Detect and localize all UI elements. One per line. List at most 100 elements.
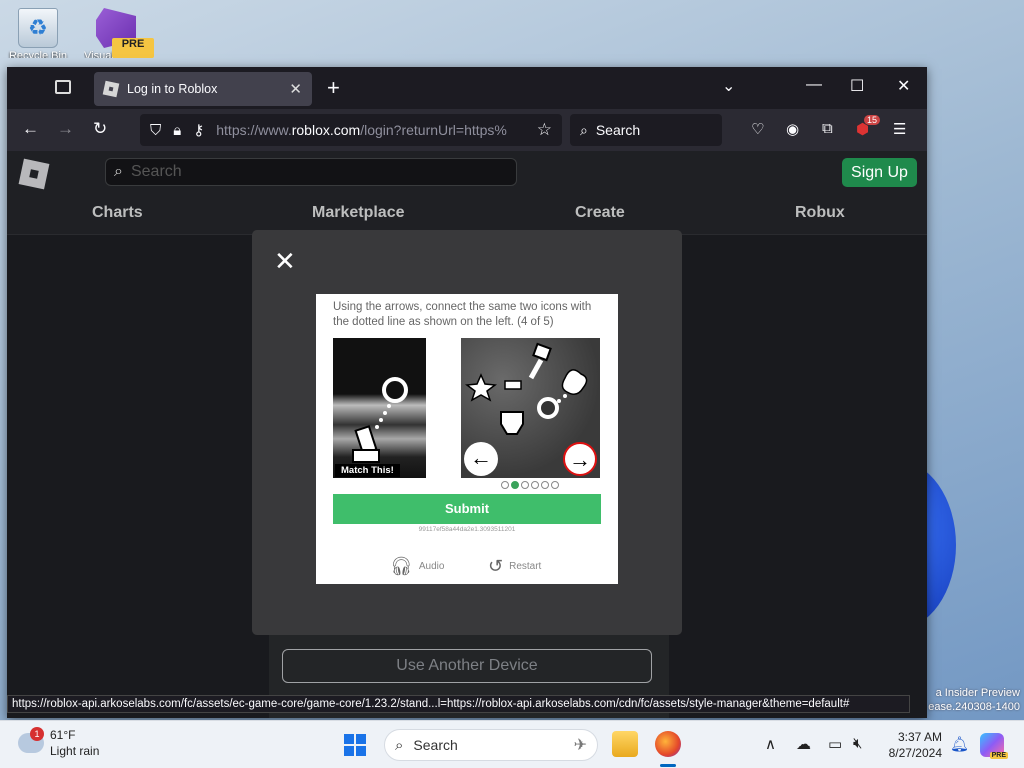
lock-icon[interactable]: 🔒︎ <box>173 122 181 139</box>
temperature: 61°F <box>50 728 76 742</box>
bookmark-star-icon[interactable]: ☆ <box>537 120 552 140</box>
tracking-shield-icon[interactable]: ⛉ <box>150 122 161 139</box>
hamburger-menu-icon[interactable]: ☰ <box>893 120 906 138</box>
progress-dot-active <box>511 481 519 489</box>
search-icon: ⌕ <box>114 163 123 180</box>
recycle-bin-icon <box>18 8 58 48</box>
extension-count-badge: 15 <box>864 115 881 125</box>
reference-icons <box>352 377 408 463</box>
progress-dot <box>551 481 559 489</box>
search-icon: ⌕ <box>580 121 588 138</box>
firefox-window: Log in to Roblox ✕ + ⌄ — ☐ ✕ ← → ↻ ⛉ 🔒︎ … <box>7 67 927 718</box>
volume-muted-icon[interactable]: 🔇︎ <box>853 735 862 752</box>
roblox-search-input[interactable]: ⌕ Search <box>105 158 517 186</box>
firefox-icon[interactable] <box>655 731 681 757</box>
recycle-bin-shortcut[interactable]: Recycle Bin <box>6 8 70 58</box>
search-highlight-icon: ✈ <box>573 737 587 754</box>
clock-date: 8/27/2024 <box>888 746 942 760</box>
link-status-bar: https://roblox-api.arkoselabs.com/fc/ass… <box>7 695 910 713</box>
roblox-header: ⌕ Search Sign Up Charts Marketplace Crea… <box>7 151 927 235</box>
watermark-line-1: a Insider Preview <box>935 687 1020 699</box>
new-tab-button[interactable]: + <box>327 75 340 101</box>
network-icon[interactable]: ▭ <box>828 735 842 753</box>
captcha-instruction: Using the arrows, connect the same two i… <box>333 301 592 328</box>
start-button[interactable] <box>344 734 366 756</box>
onedrive-offline-icon[interactable]: ☁ <box>796 735 811 753</box>
match-this-label: Match This! <box>335 464 400 477</box>
recycle-bin-label: Recycle Bin <box>8 50 68 58</box>
restart-button[interactable]: ↺ Restart <box>488 556 541 577</box>
tab-bar: Log in to Roblox ✕ + ⌄ — ☐ ✕ <box>7 67 927 109</box>
watermark-line-2: ease.240308-1400 <box>928 701 1020 713</box>
clock-time: 3:37 AM <box>897 730 942 744</box>
extensions-puzzle-icon[interactable]: ⧉ <box>822 120 833 137</box>
nav-create[interactable]: Create <box>575 204 625 222</box>
captcha-challenge: Using the arrows, connect the same two i… <box>316 294 618 584</box>
audio-button[interactable]: 🎧︎ Audio <box>390 556 444 577</box>
notification-bell-icon[interactable]: 🔔︎ <box>950 735 969 753</box>
session-id: 99117ef58a44da2e1.3093511201 <box>418 526 516 533</box>
progress-dot <box>531 481 539 489</box>
submit-button[interactable]: Submit <box>333 494 601 524</box>
system-clock[interactable]: 3:37 AM 8/27/2024 <box>880 729 942 761</box>
roblox-logo-icon[interactable] <box>18 158 50 190</box>
weather-alert-badge: 1 <box>30 727 44 741</box>
captcha-modal: ✕ Using the arrows, connect the same two… <box>252 230 682 635</box>
progress-dot <box>521 481 529 489</box>
forward-arrow-icon[interactable]: → <box>57 119 74 139</box>
account-icon[interactable]: ◉ <box>786 120 799 138</box>
left-arrow-button[interactable]: ← <box>464 442 498 476</box>
close-window-button[interactable]: ✕ <box>897 76 910 96</box>
tab-overview-icon[interactable] <box>55 80 71 94</box>
minimize-button[interactable]: — <box>806 76 822 94</box>
use-another-device-button[interactable]: Use Another Device <box>282 649 652 683</box>
active-app-indicator <box>660 764 676 767</box>
copilot-icon[interactable]: PRE <box>980 733 1008 759</box>
back-arrow-icon[interactable]: ← <box>22 119 39 139</box>
navigation-toolbar: ← → ↻ ⛉ 🔒︎ ⚷ https://www.roblox.com/logi… <box>7 109 927 151</box>
puzzle-image: ← → <box>461 338 600 478</box>
nav-charts[interactable]: Charts <box>92 204 143 222</box>
nav-marketplace[interactable]: Marketplace <box>312 204 405 222</box>
headphones-icon: 🎧︎ <box>390 556 413 576</box>
browser-search-box[interactable]: ⌕ Search <box>570 114 722 146</box>
file-explorer-icon[interactable] <box>612 731 638 757</box>
key-icon[interactable]: ⚷ <box>193 121 204 139</box>
tab-list-chevron-icon[interactable]: ⌄ <box>722 76 735 96</box>
maximize-button[interactable]: ☐ <box>850 76 864 96</box>
restart-icon: ↺ <box>488 556 504 576</box>
audio-label: Audio <box>418 561 445 572</box>
progress-dots <box>501 481 559 489</box>
pocket-icon[interactable]: ♡ <box>751 120 764 138</box>
sign-up-button[interactable]: Sign Up <box>842 158 917 187</box>
restart-label: Restart <box>509 561 542 572</box>
roblox-favicon-icon <box>102 80 120 98</box>
tab-roblox-login[interactable]: Log in to Roblox ✕ <box>94 72 312 106</box>
browser-search-label: Search <box>595 122 641 138</box>
taskbar-search[interactable]: ⌕ Search ✈ <box>384 729 598 761</box>
progress-dot <box>541 481 549 489</box>
progress-dot <box>501 481 509 489</box>
search-icon: ⌕ <box>395 736 404 754</box>
address-bar[interactable]: ⛉ 🔒︎ ⚷ https://www.roblox.com/login?retu… <box>140 114 562 146</box>
weather-condition: Light rain <box>50 744 100 758</box>
tab-title: Log in to Roblox <box>127 82 218 96</box>
reference-image: Match This! <box>333 338 426 478</box>
right-arrow-button[interactable]: → <box>563 442 597 476</box>
roblox-login-page: ⌕ Search Sign Up Charts Marketplace Crea… <box>7 151 927 718</box>
tab-close-icon[interactable]: ✕ <box>289 80 302 98</box>
reload-icon[interactable]: ↻ <box>93 119 107 139</box>
visual-studio-shortcut[interactable]: PRE Visual Studio <box>84 8 154 58</box>
close-icon[interactable]: ✕ <box>274 248 296 274</box>
show-hidden-icons-chevron-icon[interactable]: ∧ <box>765 735 776 753</box>
nav-robux[interactable]: Robux <box>795 204 845 222</box>
copilot-pre-badge: PRE <box>989 752 1008 759</box>
cloud-rain-icon: 1 <box>18 727 44 753</box>
weather-widget[interactable]: 1 61°F Light rain <box>18 727 99 759</box>
insider-watermark: a Insider Preview ease.240308-1400 <box>928 686 1020 714</box>
pre-badge: PRE <box>112 38 154 58</box>
roblox-search-placeholder: Search <box>130 163 182 180</box>
taskbar-search-label: Search <box>413 737 458 753</box>
windows-taskbar: 1 61°F Light rain ⌕ Search ✈ ∧ ☁ ▭ 🔇︎ 3:… <box>0 720 1024 768</box>
url-text[interactable]: https://www.roblox.com/login?returnUrl=h… <box>216 122 529 138</box>
